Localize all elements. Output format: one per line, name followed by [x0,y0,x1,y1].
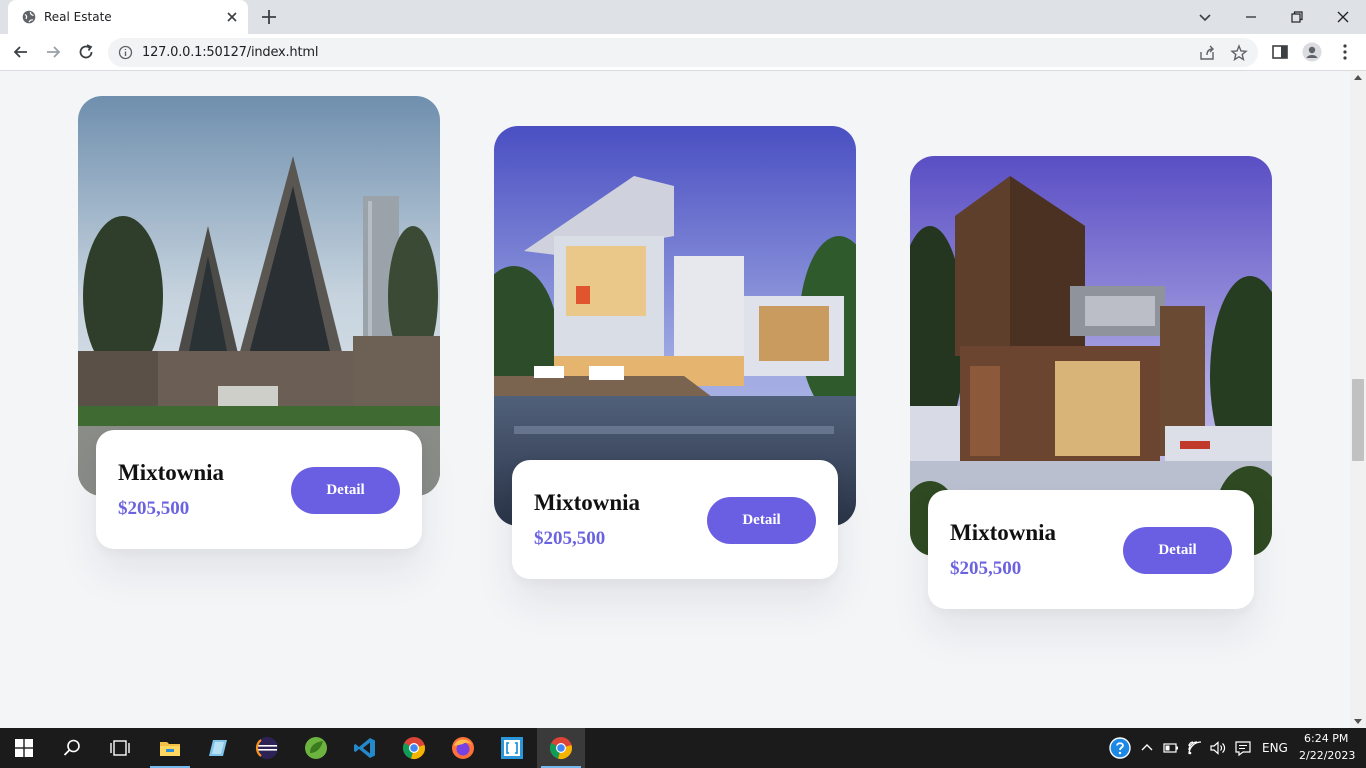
chrome-button[interactable] [390,728,438,768]
scrollbar-thumb[interactable] [1352,379,1364,461]
close-window-icon[interactable] [1333,7,1353,27]
spring-icon [305,737,327,759]
detail-button[interactable]: Detail [1123,527,1232,574]
vscode-button[interactable] [341,728,389,768]
back-icon[interactable] [11,42,31,62]
eclipse-button[interactable] [243,728,291,768]
browser-toolbar: 127.0.0.1:50127/index.html [0,34,1366,71]
property-info-panel: Mixtownia $205,500 Detail [928,490,1254,609]
wifi-icon[interactable] [1186,739,1204,757]
property-info-panel: Mixtownia $205,500 Detail [96,430,422,549]
bracket-app-button[interactable] [488,728,536,768]
windows-logo-icon [15,739,33,757]
profile-avatar-icon[interactable] [1302,42,1322,62]
property-name: Mixtownia [534,490,641,515]
property-price: $205,500 [950,558,1022,579]
property-info-panel: Mixtownia $205,500 Detail [512,460,838,579]
windows-taskbar: ENG 6:24 PM 2/22/2023 [0,728,1366,768]
firefox-icon [452,737,474,759]
language-indicator[interactable]: ENG [1262,741,1288,755]
property-price: $205,500 [118,498,190,519]
site-info-icon[interactable] [118,45,133,60]
minimize-icon[interactable] [1241,7,1261,27]
firefox-button[interactable] [439,728,487,768]
globe-icon [22,10,36,24]
bookmark-star-icon[interactable] [1230,44,1248,62]
volume-icon[interactable] [1209,739,1227,757]
browser-tab[interactable]: Real Estate [8,0,248,34]
file-explorer-button[interactable] [146,728,194,768]
chrome-active-icon [549,737,572,759]
restore-icon[interactable] [1287,7,1307,27]
task-view-icon [110,740,130,756]
file-explorer-icon [160,742,180,756]
vertical-scrollbar[interactable] [1350,71,1366,728]
eclipse-icon [255,737,278,759]
property-name: Mixtownia [950,520,1057,545]
chrome-icon [402,737,425,759]
chevron-up-icon[interactable] [1138,739,1156,757]
clock-time[interactable]: 6:24 PM [1304,732,1348,745]
detail-button[interactable]: Detail [291,467,400,514]
help-icon[interactable] [1109,737,1131,759]
tab-title: Real Estate [44,10,112,24]
scroll-up-arrow-icon[interactable] [1354,75,1362,80]
property-price: $205,500 [534,528,606,549]
forward-icon[interactable] [43,42,63,62]
start-button[interactable] [0,728,48,768]
chrome-active-button[interactable] [537,728,585,768]
address-bar[interactable]: 127.0.0.1:50127/index.html [108,38,1258,67]
close-tab-icon[interactable] [224,9,240,25]
task-view-button[interactable] [96,728,144,768]
browser-tab-bar: Real Estate [0,0,1366,34]
reload-icon[interactable] [76,42,96,62]
url-text: 127.0.0.1:50127/index.html [142,45,319,60]
share-icon[interactable] [1198,44,1216,62]
battery-icon[interactable] [1162,739,1180,757]
new-tab-icon[interactable] [260,8,278,26]
scroll-down-arrow-icon[interactable] [1354,719,1362,724]
vscode-icon [354,738,375,758]
detail-button[interactable]: Detail [707,497,816,544]
notifications-icon[interactable] [1234,739,1252,757]
bracket-app-icon [501,737,523,759]
notepad-button[interactable] [194,728,242,768]
spring-tool-button[interactable] [292,728,340,768]
notepad-icon [209,740,227,756]
menu-kebab-icon[interactable] [1335,42,1355,62]
tab-search-icon[interactable] [1195,7,1215,27]
side-panel-icon[interactable] [1270,42,1290,62]
property-name: Mixtownia [118,460,225,485]
taskbar-search-button[interactable] [48,728,96,768]
clock-date[interactable]: 2/22/2023 [1299,749,1355,762]
search-icon [63,739,80,756]
page-content: Mixtownia $205,500 Detail Mixtownia $205… [0,71,1350,728]
